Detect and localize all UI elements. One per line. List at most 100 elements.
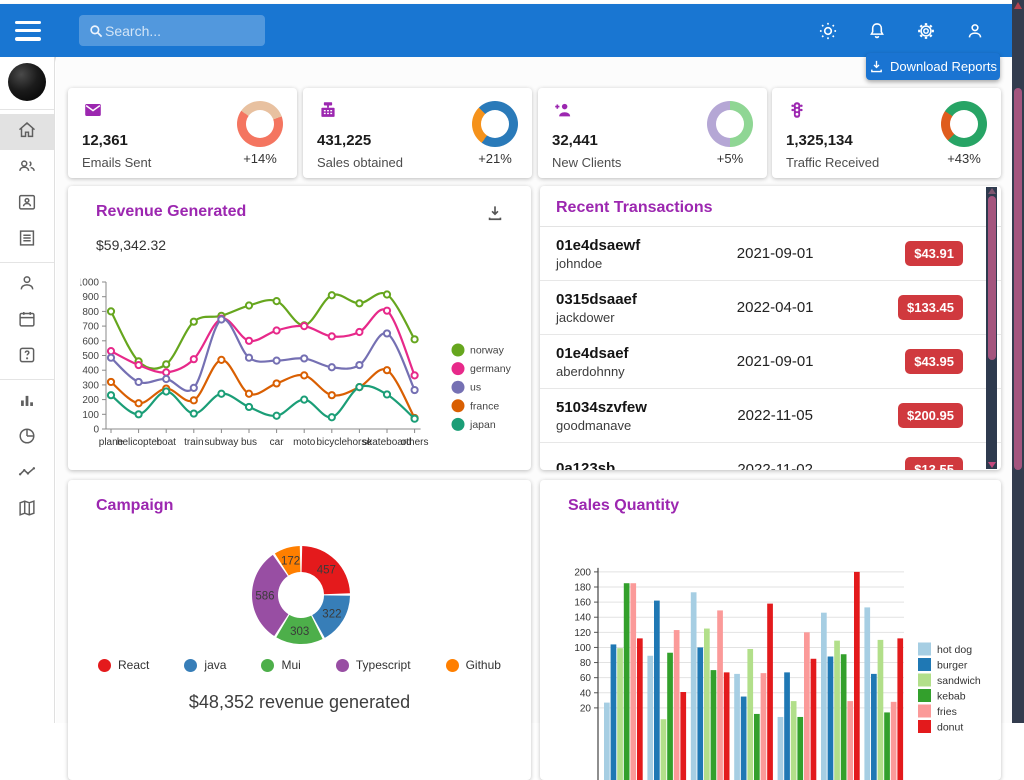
legend-item: java [184,658,226,672]
svg-text:586: 586 [255,591,274,603]
stat-card-new-clients: 32,441 New Clients +5% [538,88,767,178]
scroll-down-arrow[interactable] [988,462,996,468]
stat-value: 1,325,134 [786,132,879,149]
svg-text:donut: donut [937,722,963,734]
stat-label: Traffic Received [786,155,879,170]
sidebar [0,57,55,723]
sales-bar-chart: 20406080100120140160180200hot dogburgers… [546,555,1001,780]
svg-text:1000: 1000 [80,278,99,289]
search-box[interactable] [79,15,265,46]
stat-value: 12,361 [82,132,151,149]
stat-card-sales-obtained: 431,225 Sales obtained +21% [303,88,532,178]
sidebar-item-pie-chart[interactable] [0,420,54,456]
svg-text:kebab: kebab [937,691,966,703]
transaction-id: 0a123sb [556,460,713,470]
sidebar-item-contacts[interactable] [0,186,54,222]
svg-text:japan: japan [469,419,496,431]
page-scrollbar-thumb[interactable] [1014,88,1022,470]
svg-text:helicopter: helicopter [117,437,161,448]
campaign-legend: React java Mui Typescript Github [98,658,501,672]
svg-text:172: 172 [281,556,300,568]
sidebar-item-team[interactable] [0,150,54,186]
campaign-donut-chart: 457322303586172 [68,528,531,648]
legend-dot [336,659,349,672]
svg-text:burger: burger [937,660,968,672]
revenue-line-chart: 01002003004005006007008009001000planehel… [80,272,525,462]
svg-text:us: us [470,382,481,394]
profile-person-icon[interactable] [958,14,992,48]
stat-card-emails-sent: 12,361 Emails Sent +14% [68,88,297,178]
transaction-amount-badge: $13.55 [905,457,963,470]
bar-chart-icon [16,389,38,416]
sidebar-item-calendar[interactable] [0,303,54,339]
legend-dot [184,659,197,672]
svg-text:303: 303 [290,626,309,638]
user-avatar[interactable] [8,63,46,101]
sidebar-item-line-chart[interactable] [0,456,54,492]
sidebar-item-invoices[interactable] [0,222,54,258]
contact-badge-icon [16,191,38,218]
sidebar-item-faq[interactable] [0,339,54,375]
svg-text:200: 200 [82,395,99,406]
transaction-row: 51034szvfew goodmanave 2022-11-05 $200.9… [540,389,1001,443]
light-mode-icon[interactable] [811,14,845,48]
menu-icon[interactable] [15,21,41,41]
person-outline-icon [16,272,38,299]
transaction-id: 0315dsaaef [556,291,713,308]
sidebar-divider [0,109,54,110]
svg-text:200: 200 [574,567,591,578]
stat-card-traffic-received: 1,325,134 Traffic Received +43% [772,88,1001,178]
svg-text:120: 120 [574,628,591,639]
transaction-amount-badge: $200.95 [898,403,963,428]
panel-title: Recent Transactions [556,199,985,217]
person-add-icon [552,99,621,126]
traffic-light-icon [786,99,879,126]
transactions-scrollbar[interactable] [986,187,997,469]
scroll-up-arrow[interactable] [988,188,996,194]
sidebar-item-profile-form[interactable] [0,267,54,303]
recent-transactions-panel: Recent Transactions 01e4dsaewf johndoe 2… [540,186,1001,470]
search-input[interactable] [105,23,245,39]
legend-item: Typescript [336,658,411,672]
svg-text:160: 160 [574,598,591,609]
svg-text:700: 700 [82,322,99,333]
svg-text:subway: subway [204,437,238,448]
sidebar-item-dashboard[interactable] [0,114,54,150]
receipt-icon [16,227,38,254]
progress-circle [941,101,987,147]
point-of-sale-icon [317,99,403,126]
download-reports-button[interactable]: Download Reports [866,53,1000,80]
download-data-icon[interactable] [485,203,505,228]
transactions-scrollbar-thumb[interactable] [988,196,996,360]
svg-text:400: 400 [82,366,99,377]
progress-circle [237,101,283,147]
svg-text:800: 800 [82,307,99,318]
svg-text:100: 100 [574,643,591,654]
notifications-bell-icon[interactable] [860,14,894,48]
transaction-id: 51034szvfew [556,399,713,416]
transaction-date: 2022-11-02 [737,461,813,470]
legend-dot [98,659,111,672]
revenue-generated-panel: Revenue Generated $59,342.32 01002003004… [68,186,531,470]
transaction-user: aberdohnny [556,364,713,379]
panel-title: Campaign [96,497,531,515]
stat-label: New Clients [552,155,621,170]
svg-text:germany: germany [470,363,512,375]
svg-text:norway: norway [470,345,505,357]
stat-value: 431,225 [317,132,403,149]
transaction-id: 01e4dsaewf [556,237,713,254]
svg-text:moto: moto [293,437,316,448]
svg-text:322: 322 [322,609,341,621]
transaction-row: 0315dsaaef jackdower 2022-04-01 $133.45 [540,281,1001,335]
scroll-up-arrow[interactable] [1014,2,1022,9]
sidebar-item-bar-chart[interactable] [0,384,54,420]
page-scrollbar[interactable] [1012,0,1024,723]
sales-quantity-panel: Sales Quantity 2040608010012014016018020… [540,480,1001,780]
stat-delta: +5% [717,151,743,166]
svg-text:40: 40 [580,688,592,699]
settings-gear-icon[interactable] [909,14,943,48]
pie-chart-icon [16,425,38,452]
svg-text:900: 900 [82,292,99,303]
sidebar-item-geography[interactable] [0,492,54,528]
download-icon [869,59,884,74]
